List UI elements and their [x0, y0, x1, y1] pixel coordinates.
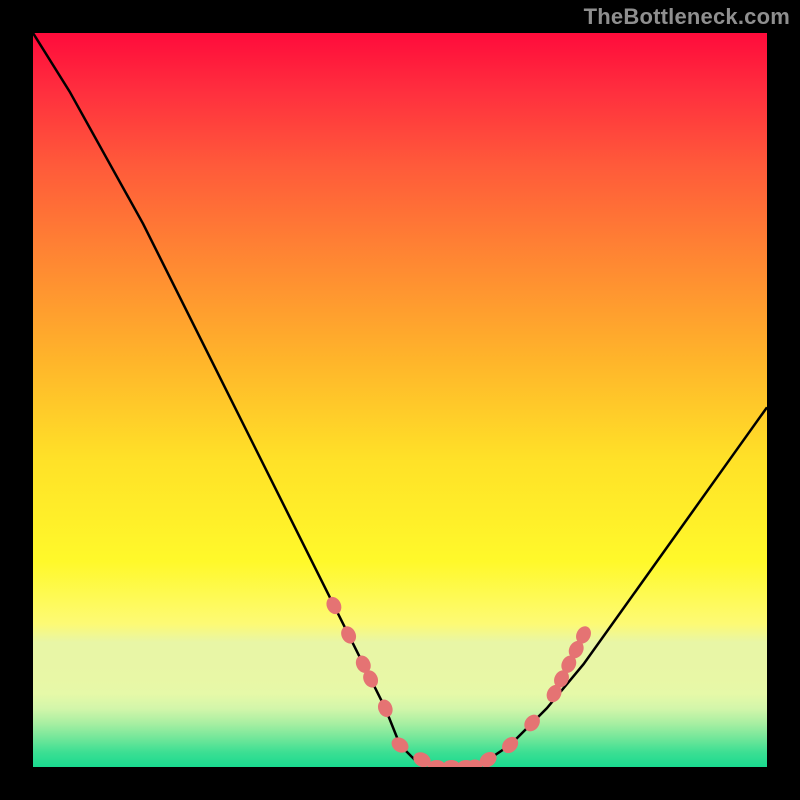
watermark-text: TheBottleneck.com [584, 4, 790, 30]
chart-gradient-background [33, 33, 767, 767]
chart-frame: TheBottleneck.com [0, 0, 800, 800]
